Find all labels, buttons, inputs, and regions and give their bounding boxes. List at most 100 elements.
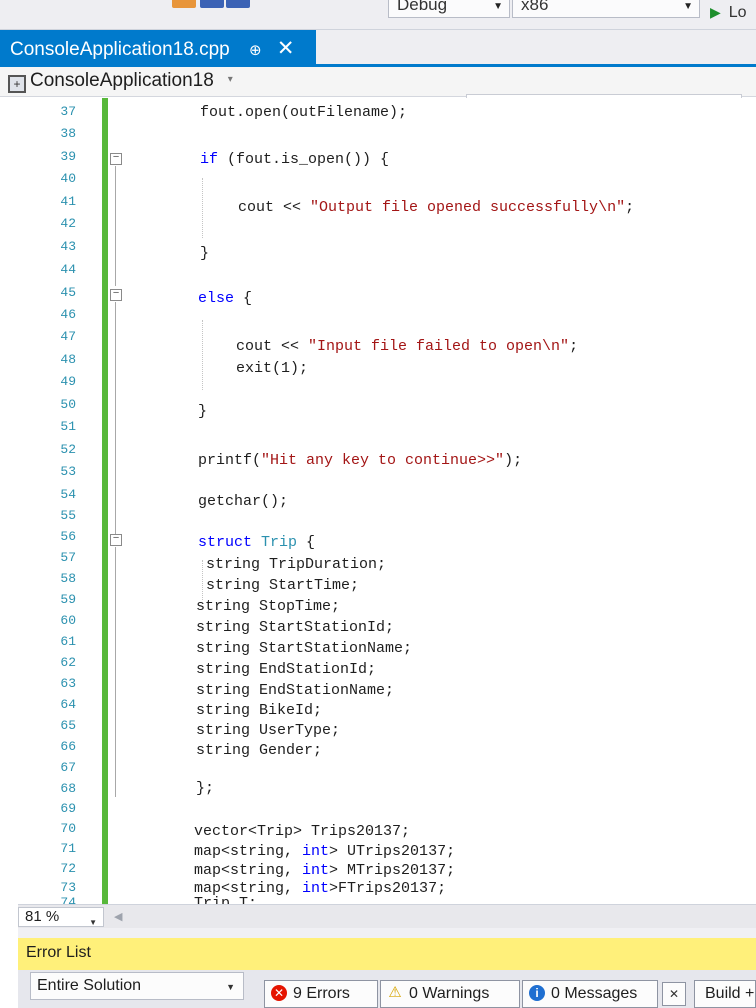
code-line-62: string EndStationId;: [196, 661, 376, 678]
warning-icon: ⚠: [388, 984, 402, 1001]
configuration-dropdown[interactable]: Debug ▼: [388, 0, 510, 18]
toolbar-icon-button[interactable]: [226, 0, 250, 8]
line-number: 69: [60, 801, 76, 816]
line-number: 43: [60, 239, 76, 254]
platform-value: x86: [521, 0, 549, 14]
line-number: 74: [60, 895, 76, 904]
line-number: 63: [60, 676, 76, 691]
code-text: map<string,: [194, 862, 303, 879]
errors-filter-button[interactable]: ✕ 9 Errors: [264, 980, 378, 1008]
string-literal: "Input file failed to open\n": [308, 338, 570, 355]
code-text: };: [196, 780, 215, 797]
code-text: }: [198, 403, 208, 420]
line-number: 53: [60, 464, 76, 479]
clear-filter-icon[interactable]: ✕: [662, 982, 686, 1006]
editor-status-strip: 81 % ▼ ◀: [18, 904, 756, 928]
toolbar-icon-button[interactable]: [172, 0, 196, 8]
chevron-down-icon: ▼: [226, 982, 235, 992]
line-number: 73: [60, 880, 76, 895]
line-number: 42: [60, 216, 76, 231]
messages-filter-button[interactable]: i 0 Messages: [522, 980, 658, 1008]
project-dropdown[interactable]: + ConsoleApplication18 ▾: [8, 70, 233, 93]
indent-guide: [202, 320, 203, 390]
scroll-left-icon[interactable]: ◀: [114, 910, 122, 923]
start-debugging-button[interactable]: ▶ Lo: [710, 4, 747, 22]
outline-guide: [115, 166, 116, 286]
line-number: 67: [60, 760, 76, 775]
line-number: 41: [60, 194, 76, 209]
play-icon: ▶: [710, 4, 721, 20]
build-filter-dropdown[interactable]: Build +: [694, 980, 756, 1008]
error-list-panel: Error List Entire Solution ▼ ✕ 9 Errors ⚠…: [18, 928, 756, 1008]
keyword: struct: [198, 534, 253, 551]
collapse-block-icon[interactable]: −: [110, 289, 122, 301]
code-line-39: if (fout.is_open()) {: [200, 151, 389, 168]
line-number: 68: [60, 781, 76, 796]
messages-label: 0 Messages: [551, 985, 638, 1002]
scope-dropdown[interactable]: Entire Solution ▼: [30, 972, 244, 1000]
code-text: (fout.is_open()) {: [218, 151, 390, 168]
configuration-value: Debug: [397, 0, 448, 14]
code-text: string UserType;: [196, 722, 341, 739]
code-text: string TripDuration;: [206, 556, 387, 573]
line-number: 39: [60, 149, 76, 164]
code-line-65: string UserType;: [196, 722, 340, 739]
line-number: 51: [60, 419, 76, 434]
project-icon: +: [8, 75, 26, 93]
string-literal: "Hit any key to continue>>": [261, 452, 505, 469]
code-text: Trip T;: [194, 895, 258, 904]
code-line-45: else {: [198, 290, 252, 307]
change-tracking-bar: [102, 98, 108, 904]
zoom-level: 81 %: [25, 908, 60, 925]
line-number: 40: [60, 171, 76, 186]
line-number: 71: [60, 841, 76, 856]
line-number: 57: [60, 550, 76, 565]
error-list-title[interactable]: Error List: [18, 938, 756, 970]
outline-guide: [115, 547, 116, 797]
pin-icon[interactable]: ⊕: [249, 42, 262, 59]
collapse-block-icon[interactable]: −: [110, 534, 122, 546]
toolbar-icon-button[interactable]: [200, 0, 224, 8]
code-text: }: [200, 245, 210, 262]
code-editor[interactable]: 37 38 39 40 41 42 43 44 45 46 47 48 49 5…: [18, 98, 756, 904]
code-line-52: printf("Hit any key to continue>>");: [198, 452, 522, 469]
line-number: 65: [60, 718, 76, 733]
code-text: > UTrips20137;: [329, 843, 456, 860]
chevron-down-icon: ▼: [493, 1, 503, 12]
line-number: 60: [60, 613, 76, 628]
line-number: 44: [60, 262, 76, 277]
scope-value: Entire Solution: [37, 977, 142, 994]
code-text: fout.open(outFilename);: [200, 104, 408, 121]
collapse-block-icon[interactable]: −: [110, 153, 122, 165]
code-text: ;: [625, 199, 635, 216]
info-icon: i: [529, 985, 545, 1001]
zoom-dropdown[interactable]: 81 % ▼: [18, 907, 104, 927]
code-line-66: string Gender;: [196, 742, 322, 759]
tab-consoleapplication18-cpp[interactable]: ConsoleApplication18.cpp ⊕ ✕: [0, 30, 316, 66]
code-line-48: exit(1);: [236, 360, 308, 377]
line-number: 50: [60, 397, 76, 412]
build-label: Build +: [705, 985, 755, 1002]
code-text: {: [297, 534, 316, 551]
warnings-filter-button[interactable]: ⚠ 0 Warnings: [380, 980, 520, 1008]
document-tab-strip: ConsoleApplication18.cpp ⊕ ✕: [0, 30, 756, 66]
code-line-60: string StartStationId;: [196, 619, 394, 636]
line-number: 66: [60, 739, 76, 754]
code-text: getchar();: [198, 493, 289, 510]
code-text: string StartTime;: [206, 577, 360, 594]
chevron-down-icon: ▾: [227, 74, 233, 85]
line-number: 64: [60, 697, 76, 712]
code-line-56: struct Trip {: [198, 534, 315, 551]
error-icon: ✕: [271, 985, 287, 1001]
errors-label: 9 Errors: [293, 985, 350, 1002]
platform-dropdown[interactable]: x86 ▼: [512, 0, 700, 18]
navigation-bar: + ConsoleApplication18 ▾: [0, 67, 756, 97]
code-text: vector<Trip> Trips20137;: [194, 823, 411, 840]
code-text: string StartStationName;: [196, 640, 413, 657]
run-label: Lo: [728, 4, 747, 21]
close-icon[interactable]: ✕: [277, 37, 295, 60]
keyword: if: [200, 151, 219, 168]
line-number: 47: [60, 329, 76, 344]
code-text: );: [504, 452, 523, 469]
string-literal: "Output file opened successfully\n": [310, 199, 626, 216]
